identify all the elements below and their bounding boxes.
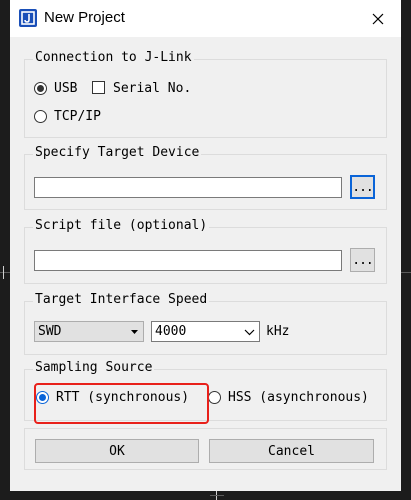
cancel-button[interactable]: Cancel <box>209 439 374 463</box>
serial-no-label: Serial No. <box>113 81 192 96</box>
interface-speed-group-label: Target Interface Speed <box>33 292 210 307</box>
script-file-browse-button[interactable]: ... <box>350 248 375 272</box>
title-bar: New Project <box>10 0 401 37</box>
tcpip-label: TCP/IP <box>54 109 101 124</box>
background-line <box>401 272 411 273</box>
background-tick <box>3 266 4 279</box>
close-button[interactable] <box>355 0 401 37</box>
usb-radio[interactable] <box>34 82 47 95</box>
dropdown-arrow-icon <box>131 330 138 334</box>
hss-label: HSS (asynchronous) <box>228 390 369 405</box>
target-device-input[interactable] <box>34 177 342 198</box>
background-line <box>210 495 224 496</box>
tcpip-radio[interactable] <box>34 110 47 123</box>
script-file-group-label: Script file (optional) <box>33 218 210 233</box>
ok-button[interactable]: OK <box>35 439 199 463</box>
script-file-input[interactable] <box>34 250 342 271</box>
speed-value: 4000 <box>155 324 187 339</box>
target-interface-select[interactable]: SWD <box>34 321 144 342</box>
sampling-source-group-label: Sampling Source <box>33 360 155 375</box>
serial-no-checkbox[interactable] <box>92 81 105 94</box>
window-title: New Project <box>44 9 125 26</box>
hss-radio[interactable] <box>208 391 221 404</box>
connection-group-label: Connection to J-Link <box>33 50 194 65</box>
chevron-down-icon <box>244 329 255 336</box>
jlink-app-icon <box>19 9 37 27</box>
target-interface-value: SWD <box>38 324 62 339</box>
connection-group: Connection to J-Link <box>24 50 387 138</box>
speed-unit-label: kHz <box>266 324 290 339</box>
target-device-group-label: Specify Target Device <box>33 145 202 160</box>
background-line <box>0 272 10 273</box>
usb-label: USB <box>54 81 78 96</box>
target-device-browse-button[interactable]: ... <box>350 175 375 199</box>
speed-select[interactable]: 4000 <box>151 321 260 342</box>
close-icon <box>372 13 384 24</box>
new-project-dialog: New Project Connection to J-Link USB Ser… <box>10 0 401 491</box>
rtt-highlight-box <box>34 383 209 424</box>
